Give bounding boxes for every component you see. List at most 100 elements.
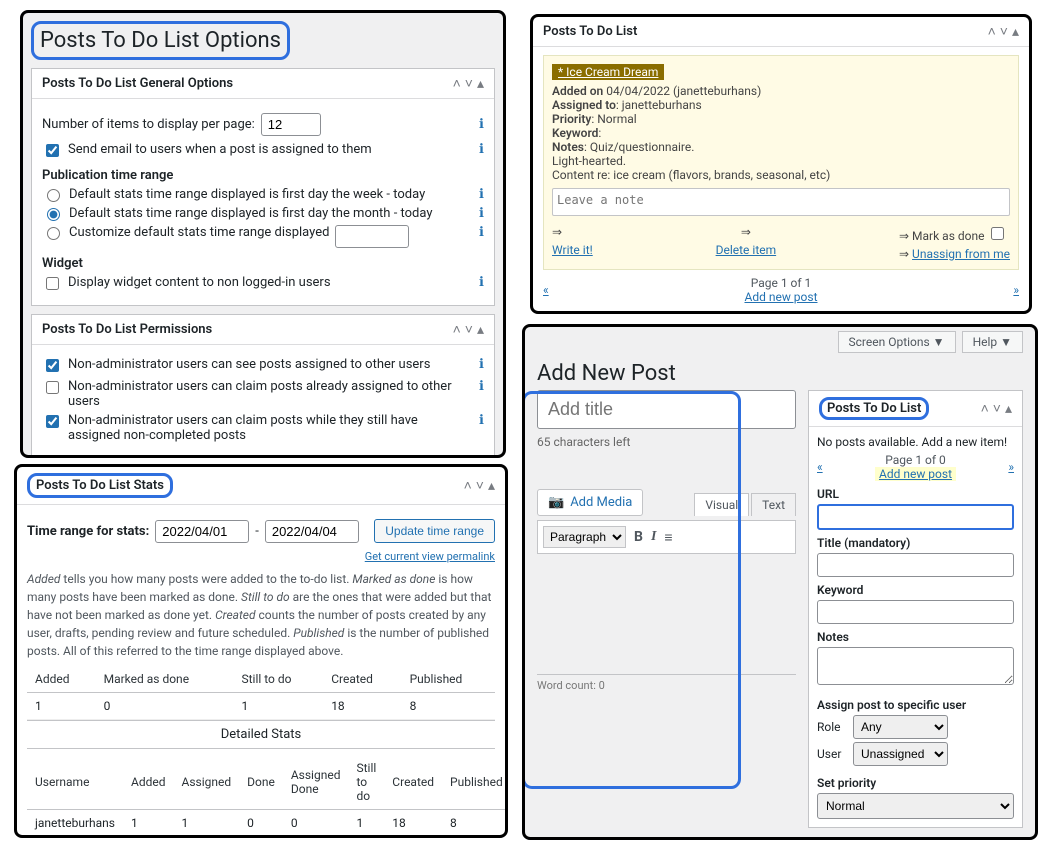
tab-visual[interactable]: Visual	[694, 493, 749, 516]
info-icon[interactable]: ℹ	[479, 142, 484, 157]
items-per-page-input[interactable]	[261, 113, 321, 136]
options-page-title: Posts To Do List Options	[31, 21, 290, 60]
info-icon[interactable]: ℹ	[479, 357, 484, 372]
notes-label: Notes	[817, 630, 1014, 644]
chevron-down-icon[interactable]: ˅	[1000, 23, 1008, 40]
range-week-radio[interactable]	[47, 189, 60, 202]
range-custom-radio[interactable]	[47, 227, 60, 240]
bold-icon[interactable]: B	[634, 529, 643, 545]
info-icon[interactable]: ℹ	[479, 225, 484, 240]
detailed-stats-table: UsernameAddedAssignedDoneAssigned DoneSt…	[27, 755, 508, 837]
chevron-up-icon[interactable]: ˄	[981, 400, 989, 417]
assign-heading: Assign post to specific user	[817, 698, 1014, 712]
title-input[interactable]	[817, 553, 1014, 577]
info-icon[interactable]: ℹ	[479, 413, 484, 428]
permissions-box: Posts To Do List Permissions ˄ ˅ ▴ Non-a…	[31, 314, 495, 456]
url-input[interactable]	[817, 504, 1014, 530]
table-row: 101188	[27, 693, 495, 720]
info-icon[interactable]: ℹ	[479, 275, 484, 290]
widget-display-label: Display widget content to non logged-in …	[68, 275, 331, 290]
date-from-input[interactable]	[155, 520, 249, 543]
title-label: Title (mandatory)	[817, 536, 1014, 550]
send-email-checkbox[interactable]	[46, 144, 59, 157]
add-media-button[interactable]: 📷 Add Media	[537, 489, 643, 516]
general-options-box: Posts To Do List General Options ˄ ˅ ▴ N…	[31, 68, 495, 306]
perm-claim2-label: Non-administrator users can claim posts …	[68, 413, 473, 443]
stats-heading: Posts To Do List Stats	[27, 473, 173, 498]
info-icon[interactable]: ℹ	[479, 187, 484, 202]
caret-up-icon[interactable]: ▴	[477, 76, 484, 92]
date-to-input[interactable]	[265, 520, 359, 543]
range-month-radio[interactable]	[47, 208, 60, 221]
caret-up-icon[interactable]: ▴	[1012, 24, 1019, 40]
todolist-heading: Posts To Do List	[543, 24, 637, 39]
chevron-down-icon[interactable]: ˅	[465, 321, 473, 338]
editor-toolbar: Paragraph B I ≡	[537, 520, 796, 554]
range-custom-input[interactable]	[335, 225, 409, 248]
info-icon[interactable]: ℹ	[479, 117, 484, 132]
chevron-up-icon[interactable]: ˄	[453, 321, 461, 338]
perm-claim2-checkbox[interactable]	[46, 415, 59, 428]
caret-up-icon[interactable]: ▴	[1005, 401, 1012, 417]
list-icon[interactable]: ≡	[664, 529, 672, 546]
chevron-up-icon[interactable]: ˄	[464, 477, 472, 494]
write-it-link[interactable]: Write it!	[552, 243, 593, 257]
stats-help-text: Added tells you how many posts were adde…	[27, 570, 495, 660]
keyword-input[interactable]	[817, 600, 1014, 624]
pager-next-icon[interactable]: »	[1013, 283, 1019, 297]
caret-up-icon[interactable]: ▴	[488, 478, 495, 494]
add-new-post-link[interactable]: Add new post	[875, 467, 956, 481]
chevron-up-icon[interactable]: ˄	[453, 75, 461, 92]
chevron-down-icon[interactable]: ˅	[476, 477, 484, 494]
info-icon[interactable]: ℹ	[479, 379, 484, 394]
add-new-post-link[interactable]: Add new post	[744, 290, 817, 304]
priority-heading: Set priority	[817, 776, 1014, 790]
todo-item-title[interactable]: * Ice Cream Dream	[552, 64, 664, 80]
permissions-heading: Posts To Do List Permissions	[42, 322, 212, 337]
range-week-label: Default stats time range displayed is fi…	[69, 187, 425, 202]
table-row: janetteburhans11001188	[27, 810, 508, 837]
sidebar-todolist-box: Posts To Do List ˄ ˅ ▴ No posts availabl…	[808, 390, 1023, 828]
send-email-label: Send email to users when a post is assig…	[68, 142, 372, 157]
summary-stats-table: AddedMarked as doneStill to doCreatedPub…	[27, 666, 495, 720]
chevron-down-icon[interactable]: ˅	[993, 400, 1001, 417]
perm-claim-checkbox[interactable]	[46, 381, 59, 394]
pager-next-icon[interactable]: »	[1008, 460, 1014, 474]
perm-claim-label: Non-administrator users can claim posts …	[68, 379, 473, 409]
permalink-link[interactable]: Get current view permalink	[365, 550, 495, 563]
leave-note-input[interactable]	[552, 188, 1010, 216]
user-select[interactable]: Unassigned	[853, 742, 948, 766]
paragraph-select[interactable]: Paragraph	[543, 526, 626, 548]
italic-icon[interactable]: I	[651, 529, 656, 545]
mark-done-checkbox[interactable]	[991, 227, 1004, 240]
post-title-input[interactable]	[537, 390, 796, 429]
screen-options-button[interactable]: Screen Options ▼	[838, 331, 956, 353]
perm-see-label: Non-administrator users can see posts as…	[68, 357, 430, 372]
unassign-link[interactable]: Unassign from me	[912, 247, 1010, 261]
chevron-down-icon[interactable]: ˅	[465, 75, 473, 92]
pub-range-heading: Publication time range	[42, 168, 484, 183]
chevron-up-icon[interactable]: ˄	[988, 23, 996, 40]
todo-item: * Ice Cream Dream Added on 04/04/2022 (j…	[543, 55, 1019, 270]
info-icon[interactable]: ℹ	[479, 206, 484, 221]
range-month-label: Default stats time range displayed is fi…	[69, 206, 433, 221]
keyword-label: Keyword	[817, 583, 1014, 597]
notes-input[interactable]	[817, 647, 1014, 685]
time-range-label: Time range for stats:	[27, 524, 149, 539]
caret-up-icon[interactable]: ▴	[477, 322, 484, 338]
role-select[interactable]: Any	[853, 715, 948, 739]
priority-select[interactable]: Normal	[817, 793, 1014, 819]
items-per-page-label: Number of items to display per page:	[42, 117, 255, 132]
widget-heading: Widget	[42, 256, 484, 271]
perm-see-checkbox[interactable]	[46, 359, 59, 372]
detailed-stats-title: Detailed Stats	[27, 720, 495, 749]
pager-text: Page 1 of 0	[885, 453, 946, 467]
help-button[interactable]: Help ▼	[962, 331, 1023, 353]
widget-display-checkbox[interactable]	[46, 277, 59, 290]
delete-item-link[interactable]: Delete item	[716, 243, 777, 257]
update-range-button[interactable]: Update time range	[374, 519, 495, 543]
tab-text[interactable]: Text	[751, 493, 796, 516]
url-label: URL	[817, 487, 1014, 501]
mark-done-label: Mark as done	[912, 229, 984, 243]
general-options-heading: Posts To Do List General Options	[42, 76, 233, 91]
